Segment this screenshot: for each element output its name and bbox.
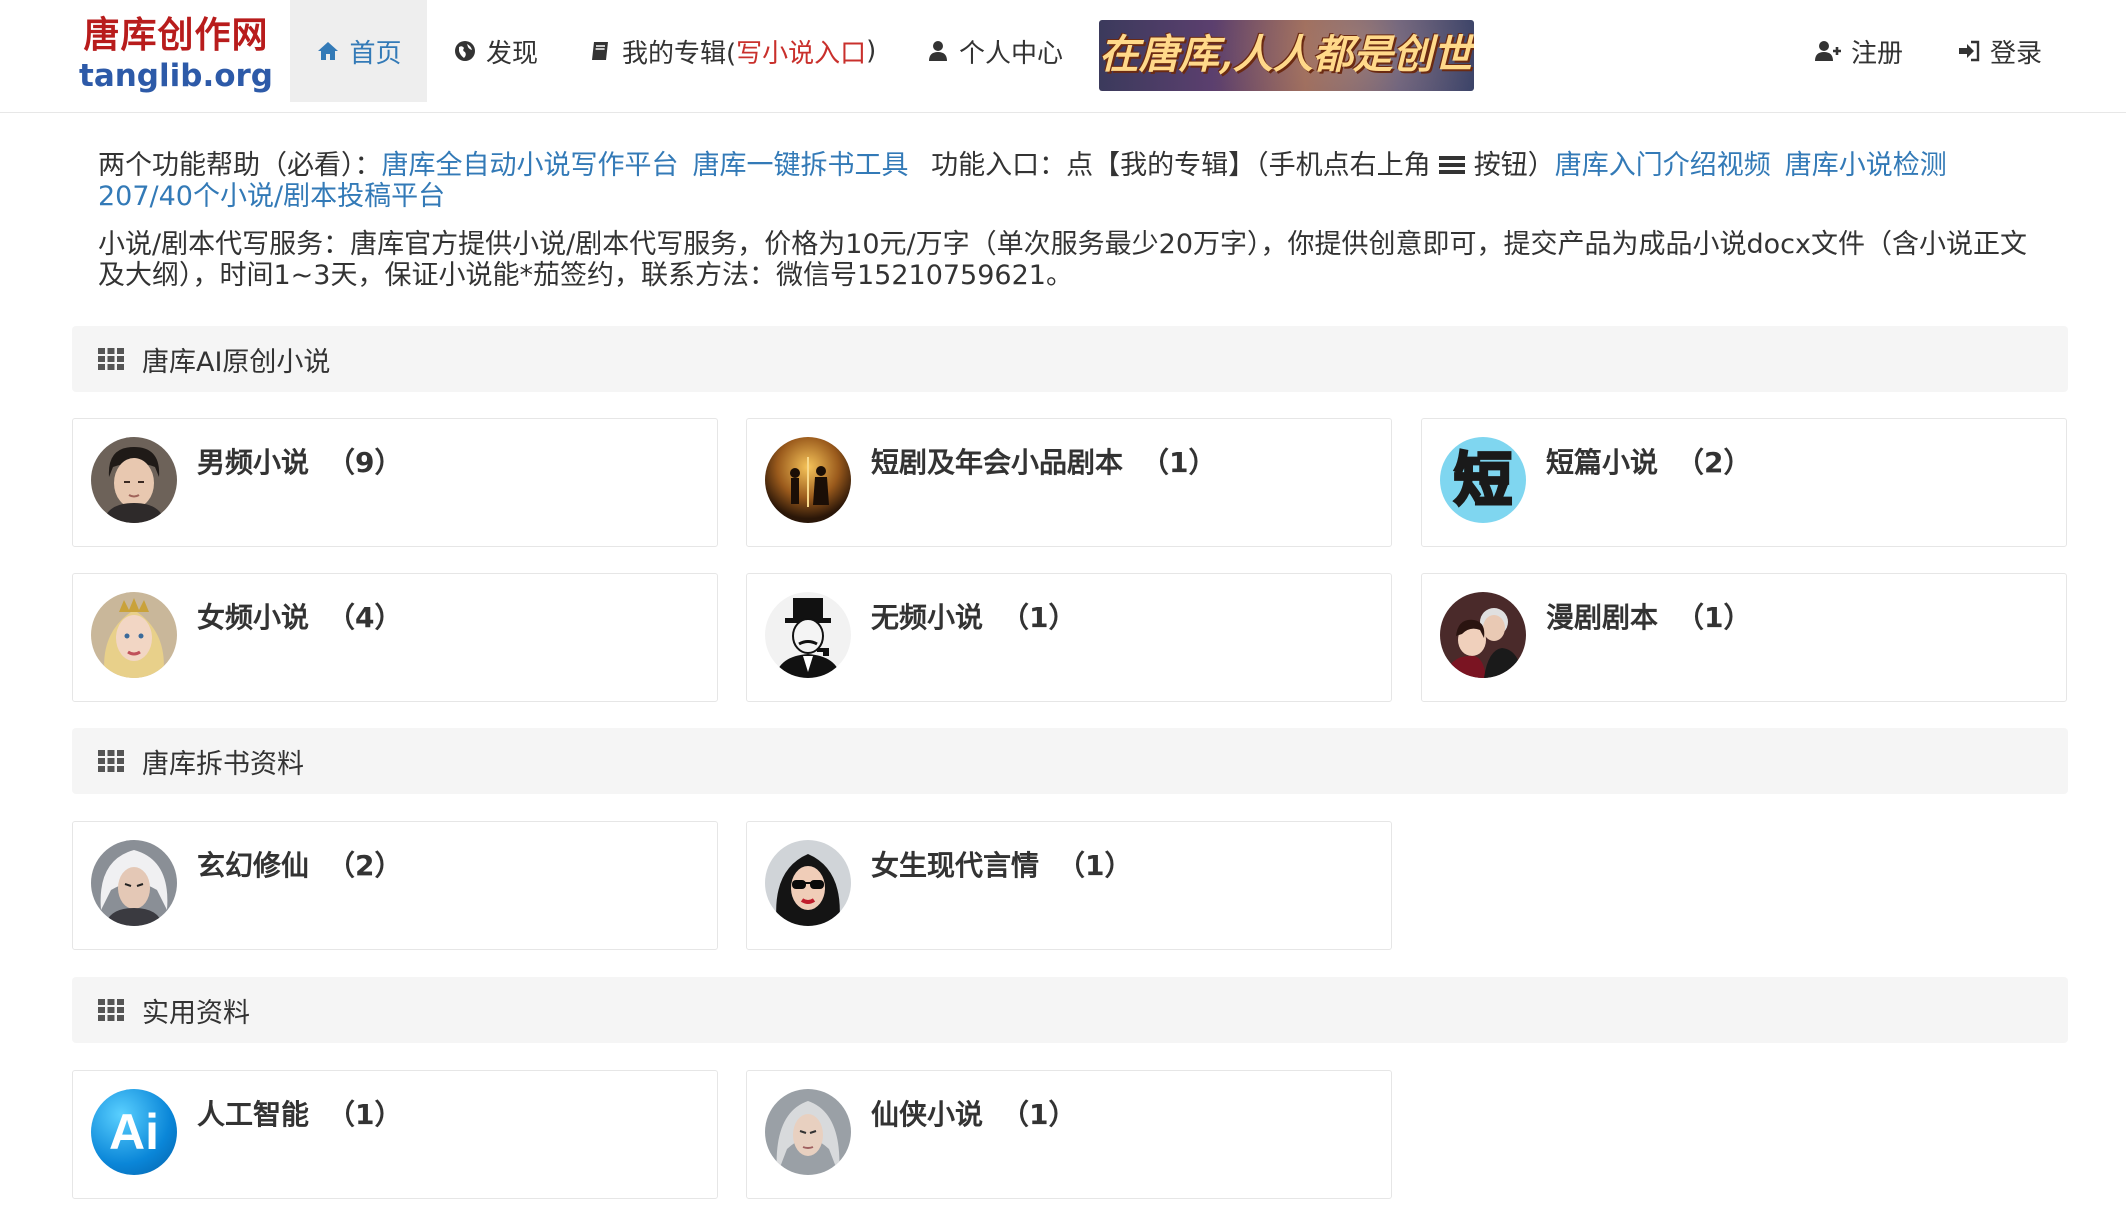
top-navbar: 唐库创作网 tanglib.org 首页 发现 我的专辑(写小说入口) 个人中心… <box>0 0 2126 113</box>
help-notice: 两个功能帮助（必看）：唐库全自动小说写作平台 唐库一键拆书工具 功能入口：点【我的… <box>98 150 2033 212</box>
card-count: （1） <box>1001 1098 1077 1131</box>
section-header-book-analysis: 唐库拆书资料 <box>72 728 2068 794</box>
card-count: （1） <box>327 1098 403 1131</box>
card-count: （4） <box>327 601 403 634</box>
section-title: 唐库AI原创小说 <box>142 346 331 378</box>
submission-platforms-link[interactable]: 207/40个小说/剧本投稿平台 <box>98 181 445 212</box>
globe-icon <box>452 38 478 64</box>
stage-silhouettes-avatar <box>765 437 851 523</box>
nav-home-label: 首页 <box>349 38 402 69</box>
album-card-female-novels[interactable]: 女频小说 （4） <box>72 573 718 702</box>
male-portrait-avatar <box>91 437 177 523</box>
section-header-ai-novels: 唐库AI原创小说 <box>72 326 2068 392</box>
female-portrait-avatar <box>91 592 177 678</box>
user-icon <box>925 38 951 64</box>
home-icon <box>315 38 341 64</box>
register-label: 注册 <box>1851 38 1904 69</box>
couple-avatar <box>1440 592 1526 678</box>
section-title: 实用资料 <box>142 997 250 1029</box>
brand-name-cn: 唐库创作网 <box>83 15 269 56</box>
album-card-comic-drama-scripts[interactable]: 漫剧剧本 （1） <box>1421 573 2067 702</box>
top-hat-man-avatar <box>765 592 851 678</box>
card-count: （2） <box>1676 446 1752 479</box>
entry-instructions-suffix: 按钮） <box>1473 150 1555 181</box>
card-name: 无频小说 <box>871 601 984 634</box>
nav-discover-label: 发现 <box>486 38 539 69</box>
card-name: 短剧及年会小品剧本 <box>871 446 1124 479</box>
card-name: 漫剧剧本 <box>1546 601 1659 634</box>
section-title: 唐库拆书资料 <box>142 748 304 780</box>
ai-logo-text: Ai <box>109 1104 159 1160</box>
auto-writing-platform-link[interactable]: 唐库全自动小说写作平台 <box>382 150 679 181</box>
write-novel-entry-label: 写小说入口 <box>736 38 867 69</box>
card-count: （1） <box>1057 849 1133 882</box>
nav-home[interactable]: 首页 <box>290 0 427 102</box>
card-title: 漫剧剧本 （1） <box>1546 596 1752 636</box>
album-card-short-stories[interactable]: 短 短篇小说 （2） <box>1421 418 2067 547</box>
card-name: 女频小说 <box>197 601 310 634</box>
card-count: （1） <box>1001 601 1077 634</box>
book-split-tool-link[interactable]: 唐库一键拆书工具 <box>693 150 909 181</box>
brand-name-en: tanglib.org <box>79 58 273 94</box>
card-count: （1） <box>1676 601 1752 634</box>
site-logo[interactable]: 唐库创作网 tanglib.org <box>76 14 276 94</box>
album-card-modern-romance[interactable]: 女生现代言情 （1） <box>746 821 1392 950</box>
card-name: 仙侠小说 <box>871 1098 984 1131</box>
section-header-practical-resources: 实用资料 <box>72 977 2068 1043</box>
register-link[interactable]: 注册 <box>1813 0 1903 102</box>
card-title: 玄幻修仙 （2） <box>197 844 403 884</box>
help-prefix: 两个功能帮助（必看）： <box>98 150 382 181</box>
nav-my-albums-label: 我的专辑( <box>622 38 737 69</box>
book-icon <box>588 38 614 64</box>
card-title: 短篇小说 （2） <box>1546 441 1752 481</box>
album-card-genre-neutral-novels[interactable]: 无频小说 （1） <box>746 573 1392 702</box>
grid-icon <box>98 750 124 772</box>
menu-bars-icon <box>1439 156 1466 174</box>
short-character-avatar: 短 <box>1440 437 1526 523</box>
sunglasses-woman-avatar <box>765 840 851 926</box>
short-character-text: 短 <box>1452 445 1513 516</box>
card-name: 男频小说 <box>197 446 310 479</box>
card-name: 女生现代言情 <box>871 849 1040 882</box>
card-name: 玄幻修仙 <box>197 849 310 882</box>
card-count: （9） <box>327 446 403 479</box>
album-card-xuanhuan-xiuxian[interactable]: 玄幻修仙 （2） <box>72 821 718 950</box>
card-title: 女生现代言情 （1） <box>871 844 1133 884</box>
sign-in-icon <box>1956 38 1982 64</box>
album-card-short-drama-scripts[interactable]: 短剧及年会小品剧本 （1） <box>746 418 1392 547</box>
nav-my-albums-suffix: ) <box>866 36 877 66</box>
card-title: 女频小说 （4） <box>197 596 403 636</box>
card-title: 人工智能 （1） <box>197 1093 403 1133</box>
card-title: 短剧及年会小品剧本 （1） <box>871 441 1217 481</box>
ghostwriting-notice: 小说/剧本代写服务：唐库官方提供小说/剧本代写服务，价格为10元/万字（单次服务… <box>98 229 2027 291</box>
card-name: 人工智能 <box>197 1098 310 1131</box>
login-link[interactable]: 登录 <box>1956 0 2042 102</box>
card-title: 无频小说 （1） <box>871 596 1077 636</box>
silver-hair-swordsman-avatar <box>765 1089 851 1175</box>
user-plus-icon <box>1813 38 1843 64</box>
intro-video-link[interactable]: 唐库入门介绍视频 <box>1555 150 1771 181</box>
card-count: （1） <box>1141 446 1217 479</box>
promo-banner[interactable]: 在唐库,人人都是创世神! <box>1099 20 1474 91</box>
card-title: 男频小说 （9） <box>197 441 403 481</box>
grid-icon <box>98 348 124 370</box>
nav-user-center-label: 个人中心 <box>959 38 1064 69</box>
login-label: 登录 <box>1990 38 2043 69</box>
album-card-artificial-intelligence[interactable]: Ai 人工智能 （1） <box>72 1070 718 1199</box>
white-hair-hero-avatar <box>91 840 177 926</box>
card-count: （2） <box>327 849 403 882</box>
album-card-xianxia-novels[interactable]: 仙侠小说 （1） <box>746 1070 1392 1199</box>
entry-instructions: 功能入口：点【我的专辑】（手机点右上角 <box>931 150 1431 181</box>
nav-user-center[interactable]: 个人中心 <box>925 0 1063 102</box>
banner-slogan: 在唐库,人人都是创世神! <box>1099 31 1474 78</box>
nav-my-albums[interactable]: 我的专辑(写小说入口) <box>588 0 876 102</box>
novel-detection-link[interactable]: 唐库小说检测 <box>1785 150 1947 181</box>
ai-logo-avatar: Ai <box>91 1089 177 1175</box>
card-name: 短篇小说 <box>1546 446 1659 479</box>
card-title: 仙侠小说 （1） <box>871 1093 1077 1133</box>
grid-icon <box>98 999 124 1021</box>
nav-discover[interactable]: 发现 <box>452 0 538 102</box>
album-card-male-novels[interactable]: 男频小说 （9） <box>72 418 718 547</box>
